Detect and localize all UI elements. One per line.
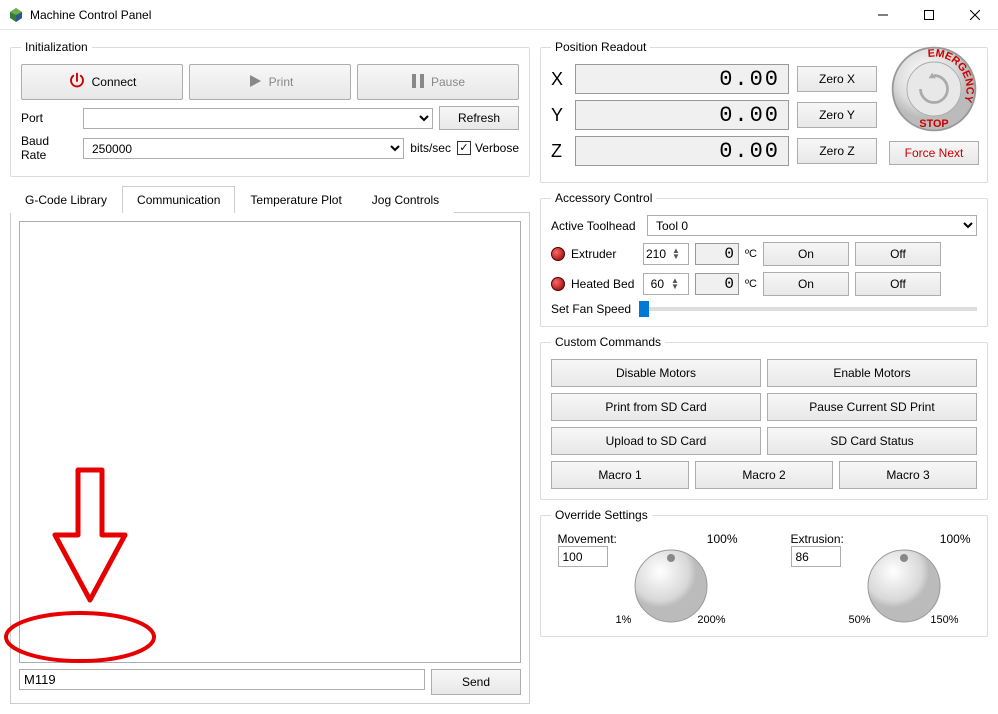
custom-legend: Custom Commands xyxy=(551,335,665,349)
macro-3-button[interactable]: Macro 3 xyxy=(839,461,977,489)
extruder-actual-temp: 0 xyxy=(695,243,739,265)
play-icon xyxy=(247,73,263,92)
bed-label: Heated Bed xyxy=(571,277,637,291)
force-next-button[interactable]: Force Next xyxy=(889,141,979,165)
sd-card-status-button[interactable]: SD Card Status xyxy=(767,427,977,455)
maximize-button[interactable] xyxy=(906,0,952,29)
y-axis-label: Y xyxy=(551,105,567,126)
movement-percent: 100% xyxy=(707,532,738,546)
refresh-button[interactable]: Refresh xyxy=(439,106,519,130)
macro-2-button[interactable]: Macro 2 xyxy=(695,461,833,489)
x-position-display: 0.00 xyxy=(575,64,789,94)
movement-label: Movement: xyxy=(558,532,677,546)
override-settings-group: Override Settings Movement: 100% xyxy=(540,508,988,637)
baud-label: Baud Rate xyxy=(21,134,77,162)
extruder-label: Extruder xyxy=(571,247,637,261)
initialization-legend: Initialization xyxy=(21,40,92,54)
baud-unit: bits/sec xyxy=(410,141,451,155)
console-output xyxy=(19,221,521,663)
verbose-checkbox[interactable]: ✓ xyxy=(457,141,471,155)
power-icon xyxy=(68,72,86,93)
extrusion-percent: 100% xyxy=(940,532,971,546)
bed-setpoint[interactable]: 60▲▼ xyxy=(643,273,689,295)
fan-speed-label: Set Fan Speed xyxy=(551,302,631,316)
y-position-display: 0.00 xyxy=(575,100,789,130)
tab-communication[interactable]: Communication xyxy=(122,186,235,213)
extruder-on-button[interactable]: On xyxy=(763,242,849,266)
movement-value-input[interactable] xyxy=(558,546,608,567)
extruder-off-button[interactable]: Off xyxy=(855,242,941,266)
print-button[interactable]: Print xyxy=(189,64,351,100)
accessory-control-group: Accessory Control Active Toolhead Tool 0… xyxy=(540,191,988,327)
port-select[interactable] xyxy=(83,108,433,129)
connect-button[interactable]: Connect xyxy=(21,64,183,100)
minimize-button[interactable] xyxy=(860,0,906,29)
close-button[interactable] xyxy=(952,0,998,29)
position-legend: Position Readout xyxy=(551,40,650,54)
extruder-setpoint[interactable]: 210▲▼ xyxy=(643,243,689,265)
bed-off-button[interactable]: Off xyxy=(855,272,941,296)
z-axis-label: Z xyxy=(551,141,567,162)
accessory-legend: Accessory Control xyxy=(551,191,656,205)
app-icon xyxy=(8,7,24,23)
verbose-label: Verbose xyxy=(475,141,519,155)
override-legend: Override Settings xyxy=(551,508,652,522)
enable-motors-button[interactable]: Enable Motors xyxy=(767,359,977,387)
z-position-display: 0.00 xyxy=(575,136,789,166)
zero-z-button[interactable]: Zero Z xyxy=(797,138,877,164)
emergency-stop-button[interactable]: EMERGENCY STOP xyxy=(889,44,979,134)
custom-commands-group: Custom Commands Disable Motors Enable Mo… xyxy=(540,335,988,500)
upload-to-sd-button[interactable]: Upload to SD Card xyxy=(551,427,761,455)
zero-y-button[interactable]: Zero Y xyxy=(797,102,877,128)
disable-motors-button[interactable]: Disable Motors xyxy=(551,359,761,387)
tab-temperature-plot[interactable]: Temperature Plot xyxy=(235,186,356,213)
send-button[interactable]: Send xyxy=(431,669,521,695)
pause-icon xyxy=(411,73,425,92)
svg-text:STOP: STOP xyxy=(919,118,948,130)
x-axis-label: X xyxy=(551,69,567,90)
initialization-group: Initialization Connect Print Pause Port xyxy=(10,40,530,177)
window-title: Machine Control Panel xyxy=(30,8,860,22)
tab-jog-controls[interactable]: Jog Controls xyxy=(357,186,454,213)
active-toolhead-select[interactable]: Tool 0 xyxy=(647,215,977,236)
command-input[interactable] xyxy=(19,669,425,690)
fan-speed-slider[interactable] xyxy=(639,307,977,311)
extrusion-label: Extrusion: xyxy=(791,532,910,546)
bed-led-icon xyxy=(551,277,565,291)
extrusion-value-input[interactable] xyxy=(791,546,841,567)
zero-x-button[interactable]: Zero X xyxy=(797,66,877,92)
bed-actual-temp: 0 xyxy=(695,273,739,295)
bed-on-button[interactable]: On xyxy=(763,272,849,296)
extruder-led-icon xyxy=(551,247,565,261)
tab-gcode-library[interactable]: G-Code Library xyxy=(10,186,122,213)
pause-button[interactable]: Pause xyxy=(357,64,519,100)
print-from-sd-button[interactable]: Print from SD Card xyxy=(551,393,761,421)
macro-1-button[interactable]: Macro 1 xyxy=(551,461,689,489)
baud-select[interactable]: 250000 xyxy=(83,138,404,159)
pause-sd-print-button[interactable]: Pause Current SD Print xyxy=(767,393,977,421)
port-label: Port xyxy=(21,111,77,125)
active-toolhead-label: Active Toolhead xyxy=(551,219,641,233)
